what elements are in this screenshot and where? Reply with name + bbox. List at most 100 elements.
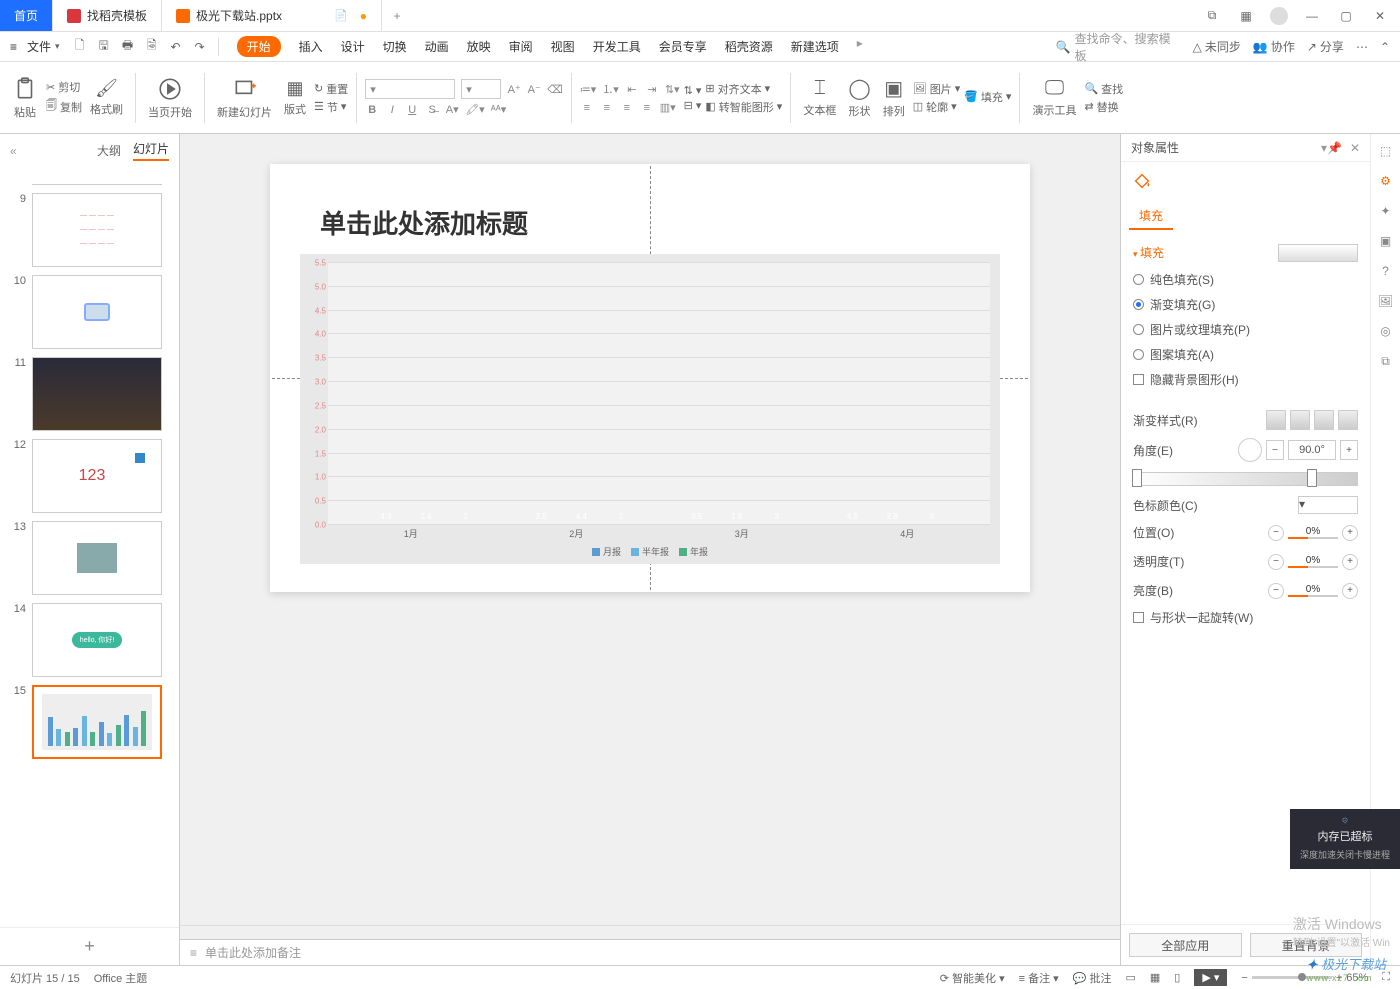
slide-thumb-11[interactable] [32,357,162,431]
tab-pin-icon[interactable]: 📄 [334,9,348,22]
tab-home[interactable]: 首页 [0,0,53,31]
angle-increase[interactable]: + [1340,440,1358,460]
layers-icon[interactable]: ▣ [1380,234,1391,248]
slides-tab[interactable]: 幻灯片 [133,140,169,161]
text-align-v-button[interactable]: ⊟ ▾ [684,99,702,112]
shape-button[interactable]: ◯形状 [844,66,874,130]
brightness-decrease[interactable]: − [1268,583,1284,599]
horizontal-scrollbar[interactable] [180,925,1120,939]
fill-tab[interactable]: 填充 [1129,203,1173,230]
select-tool-icon[interactable]: ⬚ [1380,144,1391,158]
decrease-font-icon[interactable]: A⁻ [527,83,541,96]
align-right-icon[interactable]: ≡ [620,102,634,114]
command-search[interactable]: 🔍查找命令、搜索模板 [1049,27,1189,67]
tab-templates[interactable]: 找稻壳模板 [53,0,162,31]
smart-convert-button[interactable]: ◧ 转智能图形 ▾ [705,99,782,115]
view-normal-icon[interactable]: ▭ [1125,971,1135,984]
minimize-button[interactable]: — [1302,9,1322,23]
bold-button[interactable]: B [365,104,379,116]
view-sorter-icon[interactable]: ▦ [1150,971,1160,984]
transparency-increase[interactable]: + [1342,554,1358,570]
line-spacing-icon[interactable]: ⇅▾ [665,83,680,96]
tab-new-option[interactable]: 新建选项 [791,36,839,57]
fill-bucket-icon[interactable] [1131,170,1153,192]
avatar-icon[interactable] [1270,7,1288,25]
font-color-button[interactable]: A▾ [445,103,459,116]
check-hide-bg[interactable]: 隐藏背景图形(H) [1133,367,1358,392]
undo-icon[interactable]: ↶ [166,37,186,57]
columns-icon[interactable]: ▥▾ [660,101,676,114]
indent-left-icon[interactable]: ⇤ [625,83,639,96]
save-icon[interactable]: 🖫 [94,37,114,57]
outline-tab[interactable]: 大纲 [97,142,121,159]
sync-status[interactable]: △ 未同步 [1193,38,1241,55]
reset-button[interactable]: ↻ 重置 [314,81,348,97]
tab-slideshow[interactable]: 放映 [467,36,491,57]
bullet-list-icon[interactable]: ≔▾ [580,83,597,96]
text-effect-button[interactable]: ᴬᴬ▾ [491,103,507,116]
slide-thumb-14[interactable]: hello, 你好! [32,603,162,677]
angle-decrease[interactable]: − [1266,440,1284,460]
print-icon[interactable]: 🖶 [118,37,138,57]
angle-dial[interactable] [1238,438,1262,462]
position-slider[interactable] [1288,537,1338,539]
strike-button[interactable]: S̶ [425,104,439,116]
apps-icon[interactable]: ▦ [1236,9,1256,23]
italic-button[interactable]: I [385,104,399,116]
slide-thumb-8[interactable] [32,171,162,185]
position-decrease[interactable]: − [1268,525,1284,541]
collapse-panel-icon[interactable]: « [10,144,17,158]
sparkle-icon[interactable]: ✦ [1380,204,1390,218]
new-slide-button[interactable]: 新建幻灯片 [213,66,276,130]
tab-animation[interactable]: 动画 [425,36,449,57]
collab-button[interactable]: 👥 协作 [1253,38,1295,55]
slide-thumb-12[interactable]: 123 [32,439,162,513]
tab-vip[interactable]: 会员专享 [659,36,707,57]
zoom-out-button[interactable]: − [1241,972,1247,984]
highlight-button[interactable]: 🖍▾ [465,103,485,116]
fill-button[interactable]: 🪣 填充 ▾ [964,89,1011,105]
transparency-slider[interactable] [1288,566,1338,568]
stop-color-picker[interactable]: ▾ [1298,496,1358,514]
layout-switch-icon[interactable]: ⧉ [1202,8,1222,23]
location-icon[interactable]: ◎ [1380,324,1390,338]
gradient-stops-bar[interactable]: ⬙ ⬙ [1133,472,1358,486]
cut-button[interactable]: ✂ 剪切 [46,79,82,95]
transparency-decrease[interactable]: − [1268,554,1284,570]
clear-format-icon[interactable]: ⌫ [547,83,563,96]
notes-bar[interactable]: ≡ 单击此处添加备注 [180,939,1120,965]
notes-toggle[interactable]: ≡ 备注 ▾ [1019,970,1059,986]
maximize-button[interactable]: ▢ [1336,9,1356,23]
from-current-button[interactable]: 当页开始 [144,66,196,130]
indent-right-icon[interactable]: ⇥ [645,83,659,96]
image-tool-icon[interactable]: 🖼 [1378,294,1393,308]
gradient-preview-dropdown[interactable] [1278,244,1358,262]
collapse-ribbon-icon[interactable]: ⌃ [1380,40,1390,54]
slide-thumb-9[interactable]: — — — —— — — —— — — — [32,193,162,267]
align-text-button[interactable]: ⊞ 对齐文本 ▾ [705,81,782,97]
slideshow-button[interactable]: ▶ ▾ [1194,969,1227,986]
font-select[interactable]: ▾ [365,79,455,99]
copy-button[interactable]: 🗐 复制 [46,97,82,116]
rotate-with-shape-check[interactable]: 与形状一起旋转(W) [1133,605,1358,630]
increase-font-icon[interactable]: A⁺ [507,83,521,96]
share-button[interactable]: ↗ 分享 [1307,38,1344,55]
tab-document[interactable]: 极光下载站.pptx📄● [162,0,382,31]
replace-button[interactable]: ⇄ 替换 [1084,99,1123,115]
view-reading-icon[interactable]: ▯ [1174,971,1180,984]
number-list-icon[interactable]: ⒈▾ [602,81,619,97]
tab-design[interactable]: 设计 [341,36,365,57]
device-icon[interactable]: ⧉ [1381,354,1390,369]
file-menu[interactable]: 文件 [21,36,66,57]
picture-button[interactable]: 🖼 图片 ▾ [913,81,961,97]
outline-button[interactable]: ◫ 轮廓 ▾ [913,99,961,115]
slide-title-placeholder[interactable]: 单击此处添加标题 [320,204,528,241]
brightness-slider[interactable] [1288,595,1338,597]
new-doc-icon[interactable]: 🗋 [70,37,90,57]
tab-transition[interactable]: 切换 [383,36,407,57]
align-left-icon[interactable]: ≡ [580,102,594,114]
tab-devtools[interactable]: 开发工具 [593,36,641,57]
arrange-button[interactable]: ▣排列 [879,66,909,130]
format-painter-button[interactable]: 🖌格式刷 [86,66,127,130]
tab-docer[interactable]: 稻壳资源 [725,36,773,57]
